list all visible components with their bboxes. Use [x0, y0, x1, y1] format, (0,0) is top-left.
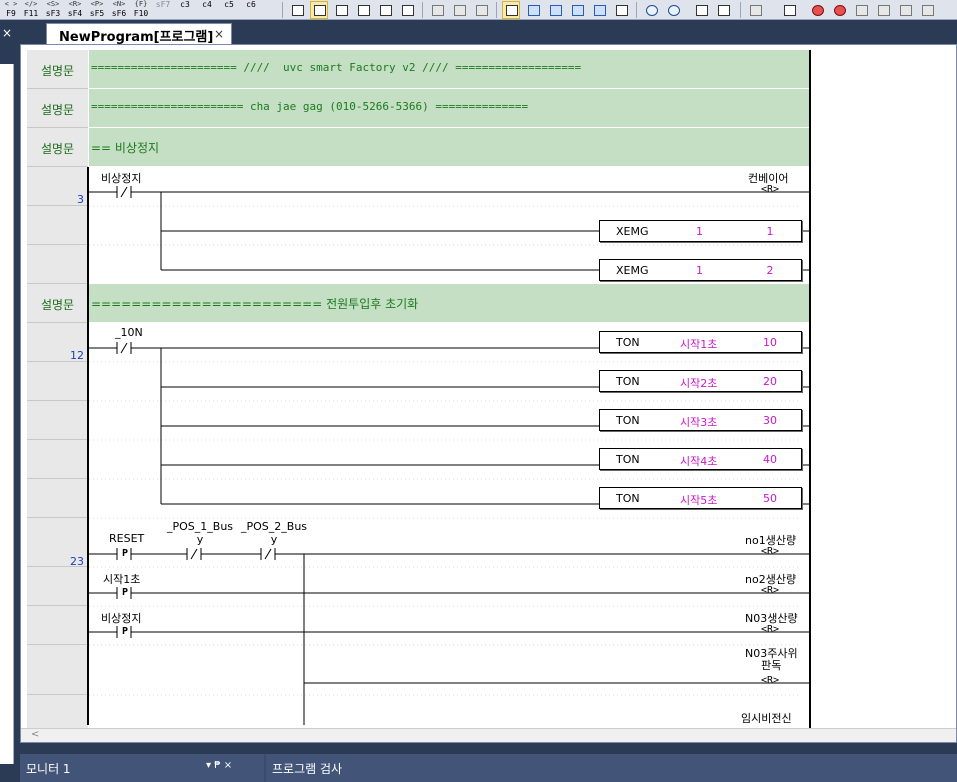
- toolbar-key-f10[interactable]: {F} F10: [130, 0, 152, 19]
- coil-symbol: <R>: [761, 675, 780, 686]
- left-dock-strip: ×: [0, 20, 16, 782]
- toolbar-separator: [636, 2, 637, 18]
- horizontal-scrollbar[interactable]: <: [21, 728, 956, 742]
- function-block[interactable]: XEMG 1 2: [599, 259, 802, 281]
- contact-label[interactable]: _10N: [115, 326, 143, 339]
- document-d-icon[interactable]: [524, 1, 542, 19]
- view-chart-icon[interactable]: [376, 1, 394, 19]
- right-pane: [809, 50, 956, 730]
- contact-label[interactable]: _POS_2_Bus y: [241, 520, 307, 546]
- contact-label[interactable]: 시작1초: [103, 571, 140, 587]
- toolbar-key-sf4[interactable]: <R> sF4: [64, 0, 86, 19]
- timer-block[interactable]: TON 시작1초 10: [599, 331, 802, 353]
- rung-23-wiring: [89, 548, 809, 725]
- bottom-dock: 모니터 1 ▾ ₱ × 프로그램 검사: [20, 754, 957, 782]
- coil-label[interactable]: N03주사위 판독: [745, 648, 798, 672]
- toolbar-separator: [282, 2, 283, 18]
- contact-label[interactable]: _POS_1_Bus y: [167, 520, 233, 546]
- replace-icon[interactable]: [714, 1, 732, 19]
- table-view-icon[interactable]: [472, 1, 490, 19]
- view-il-icon[interactable]: [332, 1, 350, 19]
- toolbar-key-c3[interactable]: c3: [174, 0, 196, 19]
- toolbar-key-c4[interactable]: c4: [196, 0, 218, 19]
- coil-symbol: <R>: [761, 184, 780, 195]
- coil-label[interactable]: 임시비전신: [741, 710, 792, 726]
- program-check-title: 프로그램 검사: [272, 762, 343, 776]
- toolbar-key-c5[interactable]: c5: [218, 0, 240, 19]
- grid-view-icon[interactable]: [450, 1, 468, 19]
- timer-block[interactable]: TON 시작4초 40: [599, 448, 802, 470]
- stop-icon[interactable]: [830, 1, 848, 19]
- contact-label[interactable]: 비상정지: [101, 170, 141, 186]
- contact-label[interactable]: RESET: [109, 532, 144, 545]
- timer-block[interactable]: TON 시작2초 20: [599, 370, 802, 392]
- left-dock-pane: [0, 64, 14, 764]
- check-icon[interactable]: [502, 1, 520, 19]
- monitor-icon[interactable]: [746, 1, 764, 19]
- zoom-out-icon[interactable]: [664, 1, 682, 19]
- view-list-icon[interactable]: [288, 1, 306, 19]
- toolbar-key-c6[interactable]: c6: [240, 0, 262, 19]
- coil-symbol: <R>: [761, 585, 780, 596]
- timer-block[interactable]: TON 시작5초 50: [599, 487, 802, 509]
- print-icon[interactable]: [780, 1, 798, 19]
- close-icon[interactable]: ×: [214, 27, 224, 41]
- toolbar-key-sf7[interactable]: sF7: [152, 0, 174, 19]
- monitor-panel[interactable]: 모니터 1 ▾ ₱ ×: [20, 754, 264, 782]
- function-icon[interactable]: [398, 1, 416, 19]
- bookmark-icon[interactable]: [852, 1, 870, 19]
- view-ladder-icon[interactable]: [310, 1, 328, 19]
- book-open-icon[interactable]: [874, 1, 892, 19]
- contact-type: P: [122, 548, 129, 559]
- monitor-title: 모니터 1: [26, 762, 71, 776]
- toolbar-key-sf5[interactable]: <P> sF5: [86, 0, 108, 19]
- book-prev-icon[interactable]: [918, 1, 936, 19]
- breakpoint-icon[interactable]: [808, 1, 826, 19]
- zoom-in-icon[interactable]: [642, 1, 660, 19]
- toolbar-separator: [496, 2, 497, 18]
- device-view-icon[interactable]: [428, 1, 446, 19]
- ladder-editor[interactable]: 설명문 설명문 설명문 3 설명문 12 23 ================…: [20, 44, 957, 743]
- contact-label[interactable]: 비상정지: [101, 610, 141, 626]
- panel-options-icon[interactable]: ▾ ₱ ×: [206, 760, 232, 771]
- coil-symbol: <R>: [761, 546, 780, 557]
- document-n-icon[interactable]: [546, 1, 564, 19]
- toolbar-separator: [740, 2, 741, 18]
- toolbar-separator: [422, 2, 423, 18]
- close-icon[interactable]: ×: [2, 26, 12, 40]
- toolbar-key-f11[interactable]: </> F11: [20, 0, 42, 19]
- text-a-icon[interactable]: [612, 1, 630, 19]
- main-toolbar: < > F9 </> F11 <S> sF3 <R> sF4 <P> sF5 <N> sF6…: [0, 0, 957, 20]
- timer-block[interactable]: TON 시작3초 30: [599, 409, 802, 431]
- toolbar-key-sf3[interactable]: <S> sF3: [42, 0, 64, 19]
- document-b-icon[interactable]: [568, 1, 586, 19]
- toolbar-key-f9[interactable]: < > F9: [0, 0, 22, 19]
- toolbar-key-sf6[interactable]: <N> sF6: [108, 0, 130, 19]
- coil-symbol: <R>: [761, 624, 780, 635]
- contact-type: P: [122, 587, 129, 598]
- find-icon[interactable]: [692, 1, 710, 19]
- book-next-icon[interactable]: [896, 1, 914, 19]
- tab-title: NewProgram[프로그램]: [59, 30, 214, 45]
- contact-type: P: [122, 626, 129, 637]
- scroll-left-icon[interactable]: <: [31, 729, 39, 740]
- document-v-icon[interactable]: [590, 1, 608, 19]
- program-check-panel[interactable]: 프로그램 검사: [266, 754, 957, 782]
- tab-newprogram[interactable]: NewProgram[프로그램] ×: [46, 23, 232, 45]
- view-image-icon[interactable]: [354, 1, 372, 19]
- function-block[interactable]: XEMG 1 1: [599, 220, 802, 242]
